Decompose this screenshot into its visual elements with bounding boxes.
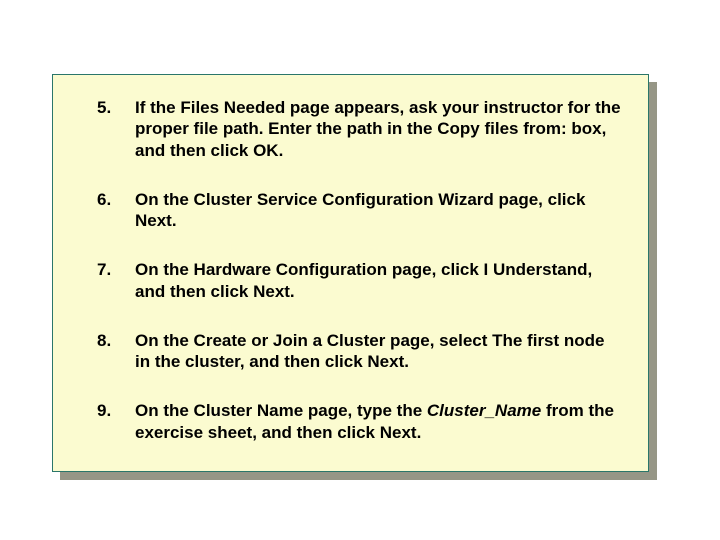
list-item: On the Cluster Name page, type the Clust…	[77, 400, 624, 443]
step-text: On the Hardware Configuration page, clic…	[135, 260, 592, 300]
list-item: On the Cluster Service Configuration Wiz…	[77, 189, 624, 232]
step-text: On the Cluster Service Configuration Wiz…	[135, 190, 585, 230]
list-item: On the Create or Join a Cluster page, se…	[77, 330, 624, 373]
step-text: On the Cluster Name page, type the	[135, 401, 427, 420]
list-item: On the Hardware Configuration page, clic…	[77, 259, 624, 302]
step-text: If the Files Needed page appears, ask yo…	[135, 98, 621, 160]
step-em: Cluster_Name	[427, 401, 541, 420]
list-item: If the Files Needed page appears, ask yo…	[77, 97, 624, 161]
step-list: If the Files Needed page appears, ask yo…	[77, 97, 624, 443]
instruction-panel: If the Files Needed page appears, ask yo…	[52, 74, 649, 472]
step-text: On the Create or Join a Cluster page, se…	[135, 331, 605, 371]
